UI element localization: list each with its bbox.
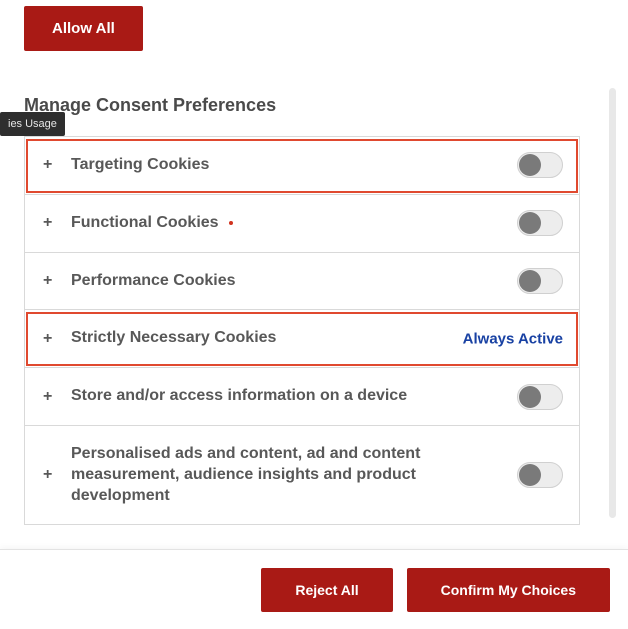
toggle-performance[interactable] [517,268,563,294]
reject-all-button[interactable]: Reject All [261,568,392,612]
toggle-targeting[interactable] [517,152,563,178]
toggle-knob [519,154,541,176]
side-badge-cookies-usage: ies Usage [0,112,65,136]
category-label: Personalised ads and content, ad and con… [71,444,563,506]
toggle-knob [519,464,541,486]
category-row-strictly-necessary[interactable]: + Strictly Necessary Cookies Always Acti… [24,310,580,368]
allow-all-button[interactable]: Allow All [24,6,143,51]
vertical-scrollbar[interactable] [609,88,616,518]
toggle-knob [519,212,541,234]
category-row-targeting[interactable]: + Targeting Cookies [24,137,580,195]
expand-icon[interactable]: + [43,272,61,290]
confirm-choices-button[interactable]: Confirm My Choices [407,568,610,612]
category-label: Functional Cookies [71,213,563,234]
category-row-personalised[interactable]: + Personalised ads and content, ad and c… [24,426,580,525]
category-row-functional[interactable]: + Functional Cookies [24,195,580,253]
category-label: Targeting Cookies [71,155,563,176]
expand-icon[interactable]: + [43,156,61,174]
expand-icon[interactable]: + [43,388,61,406]
toggle-knob [519,386,541,408]
footer-bar: Reject All Confirm My Choices [0,549,628,629]
indicator-dot-icon [229,221,233,225]
toggle-store-access[interactable] [517,384,563,410]
always-active-label: Always Active [463,330,563,347]
toggle-functional[interactable] [517,210,563,236]
category-row-store-access[interactable]: + Store and/or access information on a d… [24,368,580,426]
category-label: Performance Cookies [71,271,563,292]
expand-icon[interactable]: + [43,466,61,484]
toggle-knob [519,270,541,292]
toggle-personalised[interactable] [517,462,563,488]
expand-icon[interactable]: + [43,330,61,348]
category-row-performance[interactable]: + Performance Cookies [24,253,580,311]
consent-categories-list: + Targeting Cookies + Functional Cookies… [24,136,580,525]
category-label-text: Functional Cookies [71,214,219,231]
category-label: Store and/or access information on a dev… [71,386,563,407]
expand-icon[interactable]: + [43,214,61,232]
